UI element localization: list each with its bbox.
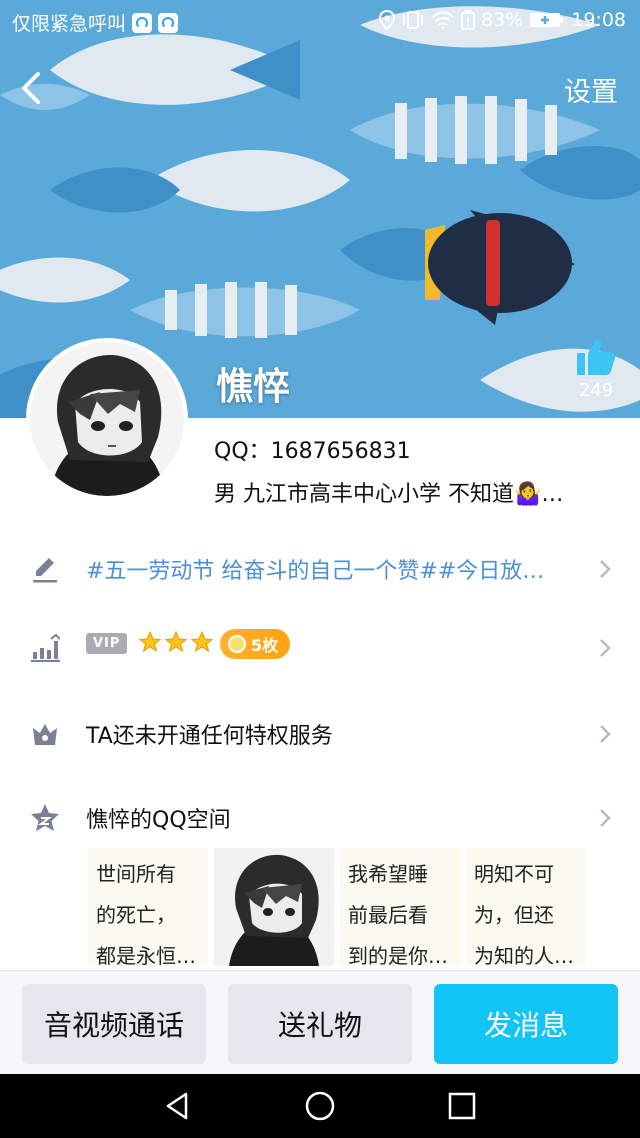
level-row[interactable]: VIP 5枚 bbox=[0, 616, 640, 680]
vibrate-icon bbox=[403, 11, 423, 29]
star-icon bbox=[190, 630, 214, 653]
avatar-image bbox=[30, 342, 184, 496]
action-bar: 音视频通话 送礼物 发消息 bbox=[0, 970, 640, 1074]
avatar[interactable] bbox=[26, 338, 188, 500]
qzone-post-line: 为，但还 bbox=[474, 903, 554, 927]
chevron-right-icon bbox=[600, 639, 611, 657]
signature-row[interactable]: #五一劳动节 给奋斗的自己一个赞##今日放… bbox=[0, 537, 640, 601]
location-icon bbox=[379, 10, 395, 30]
qzone-post-line: 的死亡， bbox=[96, 903, 176, 927]
nav-recents-icon[interactable] bbox=[446, 1090, 478, 1122]
medal-count: 5枚 bbox=[251, 636, 279, 655]
qzone-photo-image bbox=[214, 848, 334, 966]
star-icon bbox=[138, 630, 162, 653]
qzone-post-line: 我希望睡 bbox=[348, 862, 428, 886]
qzone-photo[interactable] bbox=[214, 848, 334, 966]
nav-home-icon[interactable] bbox=[304, 1090, 336, 1122]
qzone-post-card[interactable]: 明知不可 为，但还 为知的人… bbox=[466, 848, 586, 966]
qzone-post-card[interactable]: 世间所有 的死亡， 都是永恒… bbox=[88, 848, 208, 966]
qzone-post-card[interactable]: 我希望睡 前最后看 到的是你… bbox=[340, 848, 460, 966]
vip-tag: VIP bbox=[86, 633, 128, 654]
qzone-star-icon bbox=[28, 801, 62, 835]
qzone-title: 憔悴的QQ空间 bbox=[86, 808, 231, 833]
like-button[interactable]: 249 bbox=[574, 338, 618, 401]
nav-back-icon[interactable] bbox=[162, 1090, 194, 1122]
qzone-row[interactable]: 憔悴的QQ空间 bbox=[0, 786, 640, 850]
qzone-preview: 世间所有 的死亡， 都是永恒… 我希望睡 前最后看 到的是你… 明知不可 为，但… bbox=[88, 848, 588, 966]
level-stars bbox=[138, 630, 214, 654]
qzone-post-line: 都是永恒… bbox=[96, 944, 196, 966]
battery-percent: 83% bbox=[481, 9, 524, 31]
clock: 19:08 bbox=[571, 9, 626, 31]
carrier-text: 仅限紧急呼叫 bbox=[12, 13, 127, 35]
chevron-right-icon bbox=[600, 560, 611, 578]
qzone-post-line: 为知的人… bbox=[474, 944, 574, 966]
level-icon bbox=[28, 631, 62, 665]
av-call-button[interactable]: 音视频通话 bbox=[22, 984, 206, 1064]
profile-info: 男 九江市高丰中心小学 不知道🤷‍♀️… bbox=[214, 482, 564, 507]
qq-notification-icon-2 bbox=[158, 12, 179, 33]
system-nav-bar bbox=[0, 1074, 640, 1138]
status-bar: 仅限紧急呼叫 83% 19:08 bbox=[0, 0, 640, 44]
qq-number: QQ：1687656831 bbox=[214, 439, 411, 464]
battery-saver-icon bbox=[461, 10, 475, 30]
nickname: 憔悴 bbox=[216, 365, 290, 408]
send-gift-button[interactable]: 送礼物 bbox=[228, 984, 412, 1064]
star-icon bbox=[164, 630, 188, 653]
back-icon[interactable] bbox=[14, 68, 50, 108]
privilege-text: TA还未开通任何特权服务 bbox=[86, 724, 333, 749]
medal-icon bbox=[228, 635, 246, 653]
edit-icon bbox=[28, 552, 62, 586]
chevron-right-icon bbox=[600, 725, 611, 743]
qzone-post-line: 到的是你… bbox=[348, 944, 448, 966]
wifi-icon bbox=[432, 11, 454, 30]
thumbs-up-icon bbox=[577, 339, 616, 375]
send-message-button[interactable]: 发消息 bbox=[434, 984, 618, 1064]
qzone-post-line: 前最后看 bbox=[348, 903, 428, 927]
like-count: 249 bbox=[578, 380, 614, 401]
battery-charging-icon bbox=[530, 13, 564, 27]
qzone-post-line: 世间所有 bbox=[96, 862, 176, 886]
crown-icon bbox=[28, 717, 62, 751]
settings-button[interactable]: 设置 bbox=[564, 70, 618, 109]
qq-notification-icon bbox=[132, 12, 153, 33]
chevron-right-icon bbox=[600, 809, 611, 827]
qzone-post-line: 明知不可 bbox=[474, 862, 554, 886]
signature-text: #五一劳动节 给奋斗的自己一个赞##今日放… bbox=[86, 559, 545, 584]
privilege-row[interactable]: TA还未开通任何特权服务 bbox=[0, 702, 640, 766]
medal-badge: 5枚 bbox=[220, 629, 291, 659]
